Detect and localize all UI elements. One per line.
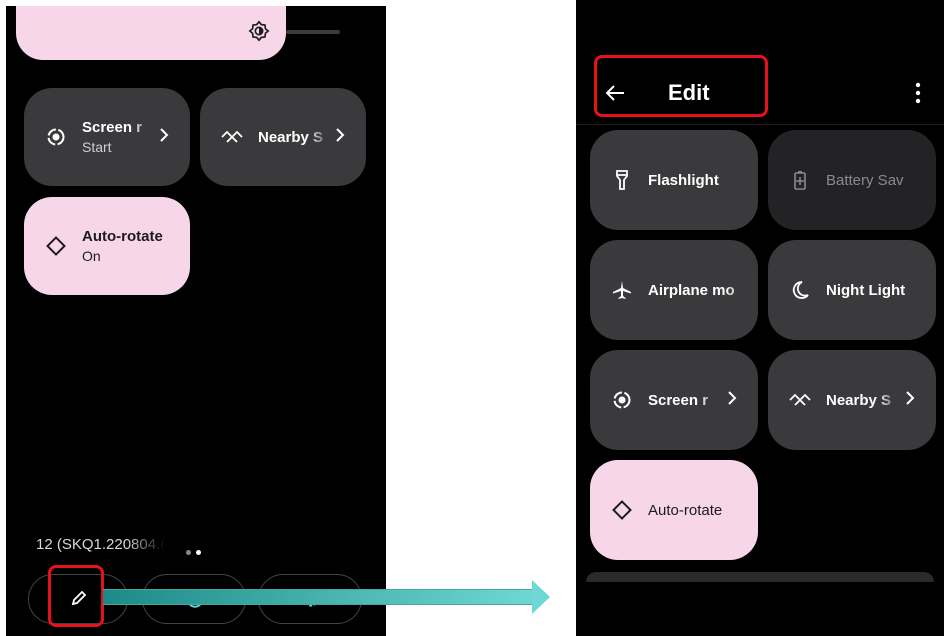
tile-label: Screen r — [82, 119, 143, 136]
chevron-right-icon — [722, 390, 742, 410]
tile-nearby-share[interactable]: Nearby S — [200, 88, 366, 186]
tile-label: Airplane mo — [648, 281, 735, 299]
brightness-icon — [248, 20, 270, 42]
tile-label: Auto-rotate — [82, 228, 163, 245]
edit-header-highlight — [594, 55, 768, 117]
tile-flashlight[interactable]: Flashlight — [590, 130, 758, 230]
nearby-share-icon — [788, 388, 812, 412]
airplane-icon — [610, 278, 634, 302]
battery-saver-icon — [788, 168, 812, 192]
screen-record-icon — [610, 388, 634, 412]
auto-rotate-icon — [610, 498, 634, 522]
build-number: 12 (SKQ1.220804.( — [36, 536, 166, 553]
nearby-share-icon — [220, 125, 244, 149]
tile-screen-record[interactable]: Screen r Start — [24, 88, 190, 186]
tile-battery-saver[interactable]: Battery Sav — [768, 130, 936, 230]
annotated-screenshot: Screen r Start Nearby S Auto-rotate On 1… — [0, 0, 944, 636]
tile-auto-rotate[interactable]: Auto-rotate — [590, 460, 758, 560]
chevron-right-icon — [900, 390, 920, 410]
tile-label: Night Light — [826, 281, 906, 299]
tile-nearby-share[interactable]: Nearby S — [768, 350, 936, 450]
tile-sub: Start — [82, 139, 112, 155]
transition-arrow-head — [532, 580, 550, 614]
tile-label: Nearby S — [258, 128, 324, 146]
tile-screen-record[interactable]: Screen r — [590, 350, 758, 450]
tile-label: Flashlight — [648, 171, 719, 189]
quick-settings-panel: Screen r Start Nearby S Auto-rotate On 1… — [6, 6, 386, 636]
chevron-right-icon — [154, 127, 174, 147]
available-tiles-strip — [586, 572, 934, 582]
night-light-icon — [788, 278, 812, 302]
tile-sub: On — [82, 248, 101, 264]
tile-label: Battery Sav — [826, 171, 904, 189]
transition-arrow — [103, 589, 536, 605]
brightness-slider[interactable] — [16, 6, 286, 60]
brightness-track[interactable] — [286, 30, 340, 34]
screen-record-icon — [44, 125, 68, 149]
tile-label: Nearby S — [826, 391, 892, 409]
more-options-icon[interactable] — [914, 80, 922, 106]
chevron-right-icon — [330, 127, 350, 147]
tile-label: Auto-rotate — [648, 501, 723, 519]
tile-airplane-mode[interactable]: Airplane mo — [590, 240, 758, 340]
edit-button-highlight — [48, 565, 104, 627]
header-divider — [576, 124, 944, 125]
flashlight-icon — [610, 168, 634, 192]
tile-label: Screen r — [648, 391, 709, 409]
page-indicator — [186, 542, 206, 560]
tile-night-light[interactable]: Night Light — [768, 240, 936, 340]
auto-rotate-icon — [44, 234, 68, 258]
tile-auto-rotate[interactable]: Auto-rotate On — [24, 197, 190, 295]
